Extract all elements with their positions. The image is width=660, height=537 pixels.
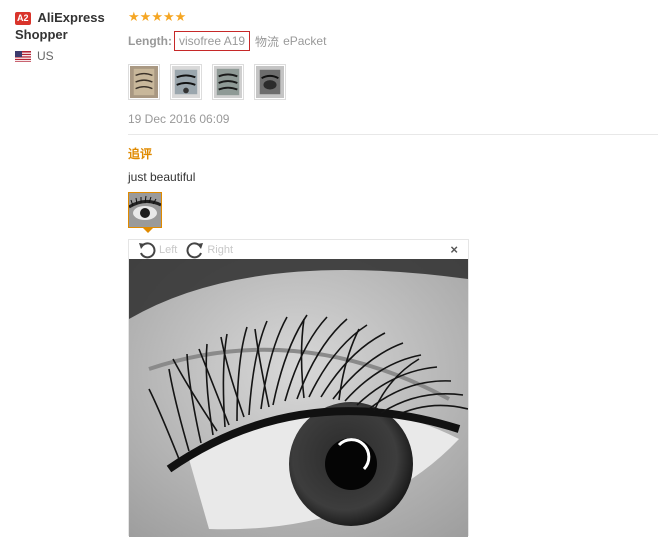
eyelash-photo	[129, 259, 468, 537]
followup-label: 追评	[128, 147, 153, 161]
close-viewer-button[interactable]: ×	[450, 242, 458, 257]
shipping-label: 物流	[255, 34, 280, 49]
review-content: ★ ★ ★ ★ ★ Length: visofree A19 物流 ePacke…	[128, 10, 658, 233]
star-icon: ★	[174, 9, 187, 24]
star-icon: ★	[128, 9, 140, 24]
photo-viewer-toolbar: Left Right ×	[129, 240, 468, 259]
enlarged-review-photo	[129, 259, 468, 537]
review-date: 19 Dec 2016 06:09	[128, 112, 230, 126]
divider	[128, 134, 658, 135]
star-rating: ★ ★ ★ ★ ★	[128, 10, 658, 24]
rotate-right-icon	[186, 241, 204, 258]
review-photo-thumbnail[interactable]	[128, 64, 160, 100]
followup-comment: just beautiful	[128, 170, 196, 184]
rotate-left-button[interactable]: Left	[137, 241, 177, 259]
rotate-right-label: Right	[207, 243, 234, 256]
level-badge: A2	[15, 12, 31, 25]
review-photo-thumbnail[interactable]	[212, 64, 244, 100]
rotate-right-button[interactable]: Right	[185, 241, 233, 259]
selected-caret-icon	[143, 228, 153, 233]
rotate-left-icon	[139, 241, 156, 258]
star-icon: ★	[139, 9, 152, 24]
attribute-label: Length:	[128, 34, 172, 48]
reviewer-name-line2: Shopper	[15, 27, 68, 42]
star-icon: ★	[151, 9, 163, 24]
reviewer-name: AliExpress	[37, 10, 105, 25]
reviewer-info: A2 AliExpress Shopper US	[15, 10, 125, 63]
attribute-value: visofree A19	[174, 31, 251, 51]
rotate-left-label: Left	[159, 243, 178, 256]
photo-viewer: Left Right ×	[128, 239, 469, 537]
country-code: US	[37, 49, 54, 63]
product-attributes: Length: visofree A19 物流 ePacket	[128, 31, 658, 51]
review-photos	[128, 64, 658, 100]
us-flag-icon	[15, 50, 31, 62]
reviewer-country: US	[15, 49, 125, 63]
review-photo-thumbnail[interactable]	[170, 64, 202, 100]
shipping-method: ePacket	[283, 34, 327, 48]
star-icon: ★	[162, 9, 175, 24]
followup-photo-thumbnail-selected[interactable]	[128, 192, 162, 233]
review-photo-thumbnail[interactable]	[254, 64, 286, 100]
